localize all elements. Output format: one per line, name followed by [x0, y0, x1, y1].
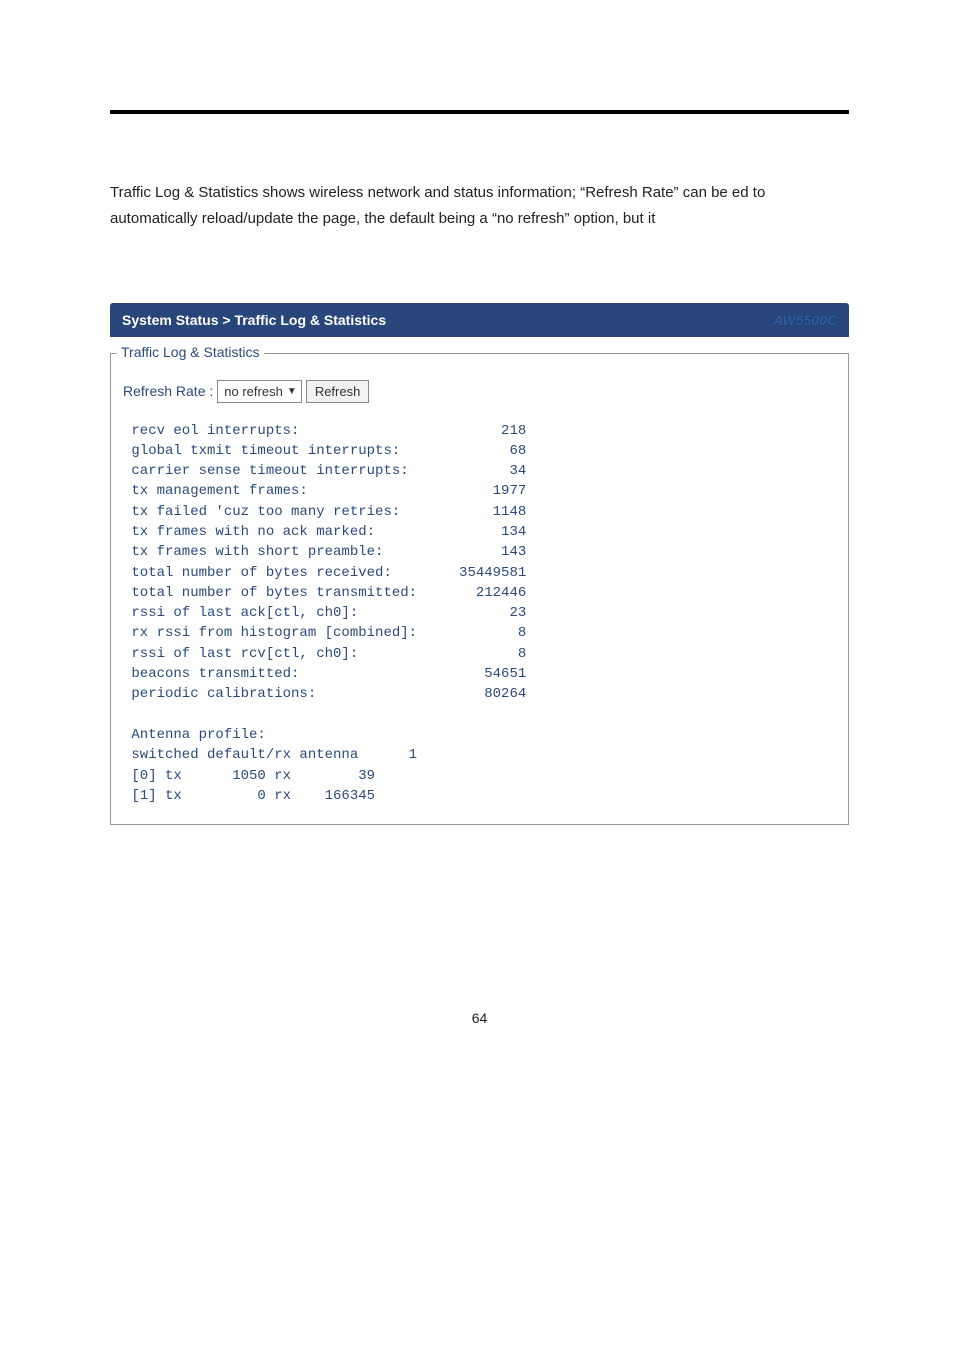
- divider-line: [110, 110, 849, 114]
- statistics-text: recv eol interrupts: 218 global txmit ti…: [123, 421, 836, 807]
- refresh-row: Refresh Rate : no refresh ▼ Refresh: [123, 380, 836, 403]
- body-paragraph: Traffic Log & Statistics shows wireless …: [110, 180, 849, 233]
- panel-header: System Status > Traffic Log & Statistics…: [110, 303, 849, 337]
- statistics-fieldset: Traffic Log & Statistics Refresh Rate : …: [110, 353, 849, 826]
- refresh-rate-label: Refresh Rate :: [123, 383, 213, 399]
- fieldset-legend: Traffic Log & Statistics: [117, 344, 264, 360]
- refresh-rate-select[interactable]: no refresh ▼: [217, 380, 302, 403]
- chevron-down-icon: ▼: [287, 386, 297, 397]
- page-number: 64: [110, 1010, 849, 1026]
- model-label: AW5500C: [773, 312, 837, 328]
- breadcrumb: System Status > Traffic Log & Statistics: [122, 312, 386, 328]
- refresh-rate-value: no refresh: [224, 384, 283, 399]
- refresh-button[interactable]: Refresh: [306, 380, 370, 403]
